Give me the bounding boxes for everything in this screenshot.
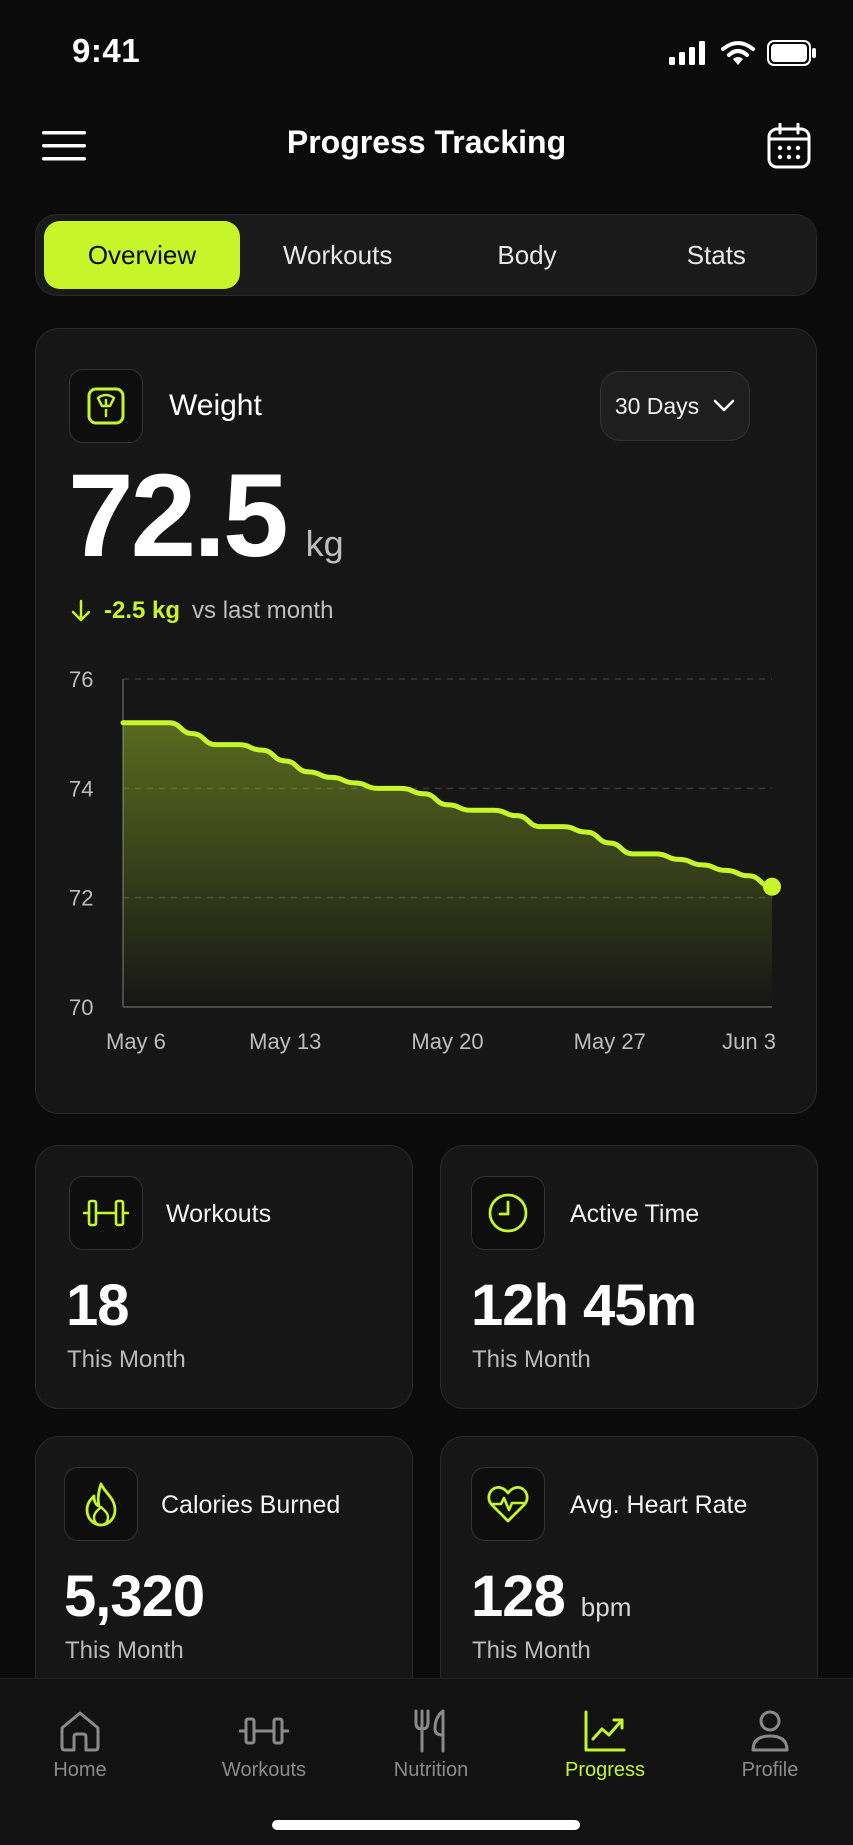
heart-rate-stat-label: Avg. Heart Rate xyxy=(570,1491,748,1519)
weight-card: Weight 30 Days 72.5 kg -2.5 kg vs last m… xyxy=(35,328,817,1114)
chart-y-tick-label: 70 xyxy=(69,995,93,1020)
calendar-icon xyxy=(767,123,811,169)
active-time-icon-box xyxy=(471,1176,545,1250)
heart-rate-icon xyxy=(487,1485,529,1523)
weight-label: Weight xyxy=(169,389,262,422)
tab-overview[interactable]: Overview xyxy=(44,221,240,289)
weight-chart: 76 74 72 70 May 6 May 13 May 20 May 27 Jun 3 xyxy=(69,667,781,1054)
clock-icon xyxy=(488,1193,528,1233)
weight-icon-box xyxy=(69,369,143,443)
weight-value-row: 72.5 kg xyxy=(68,457,344,575)
chart-y-tick-label: 72 xyxy=(69,886,93,911)
active-time-stat-value: 12h 45m xyxy=(471,1273,697,1338)
nav-progress[interactable]: Progress xyxy=(540,1709,670,1782)
battery-icon xyxy=(767,40,816,66)
weight-change: -2.5 kg xyxy=(104,597,181,624)
nav-profile[interactable]: Profile xyxy=(705,1709,835,1782)
scale-icon xyxy=(87,387,125,425)
nav-profile-label: Profile xyxy=(741,1759,799,1781)
nav-workouts[interactable]: Workouts xyxy=(199,1709,329,1782)
dumbbell-icon xyxy=(83,1199,129,1227)
range-dropdown-label: 30 Days xyxy=(614,392,700,419)
status-time: 9:41 xyxy=(72,32,141,69)
weight-change-row: -2.5 kg vs last month xyxy=(70,597,333,625)
weight-value: 72.5 xyxy=(68,450,289,582)
chart-x-tick-label: May 6 xyxy=(106,1029,166,1054)
chart-area-fill xyxy=(123,722,772,1007)
heart-rate-stat-unit: bpm xyxy=(580,1592,632,1622)
page-title: Progress Tracking xyxy=(286,124,567,160)
status-icons xyxy=(669,38,817,68)
chevron-down-icon xyxy=(713,399,735,412)
nav-workouts-label: Workouts xyxy=(221,1759,307,1781)
home-indicator xyxy=(272,1820,580,1830)
weight-change-suffix: vs last month xyxy=(192,597,334,624)
arrow-down-icon xyxy=(71,599,91,622)
heart-rate-stat-value: 128 xyxy=(471,1564,566,1629)
heart-rate-icon-box xyxy=(471,1467,545,1541)
tab-workouts[interactable]: Workouts xyxy=(246,221,429,289)
workouts-icon-box xyxy=(69,1176,143,1250)
nav-nutrition[interactable]: Nutrition xyxy=(366,1709,496,1782)
tab-stats[interactable]: Stats xyxy=(625,221,808,289)
calories-stat-sub: This Month xyxy=(65,1637,184,1664)
range-dropdown[interactable]: 30 Days xyxy=(600,371,750,441)
chart-x-tick-label: May 13 xyxy=(249,1029,321,1054)
fork-knife-icon xyxy=(414,1709,445,1753)
user-icon xyxy=(751,1710,789,1752)
workouts-stat-card[interactable]: Workouts 18 This Month xyxy=(35,1145,413,1409)
nav-nutrition-label: Nutrition xyxy=(393,1759,469,1781)
signal-icon xyxy=(669,41,705,65)
dumbbell-icon xyxy=(239,1717,289,1745)
chart-x-tick-label: Jun 3 xyxy=(722,1029,776,1054)
chart-x-tick-label: May 20 xyxy=(411,1029,483,1054)
heart-rate-value-row: 128 bpm xyxy=(471,1563,631,1630)
workouts-stat-value: 18 xyxy=(66,1273,130,1338)
calories-stat-label: Calories Burned xyxy=(161,1491,341,1519)
active-time-stat-label: Active Time xyxy=(570,1200,700,1228)
weight-unit: kg xyxy=(305,523,344,564)
chart-y-tick-label: 74 xyxy=(69,776,93,801)
calories-stat-value: 5,320 xyxy=(64,1564,205,1629)
workouts-stat-label: Workouts xyxy=(166,1200,272,1228)
nav-progress-label: Progress xyxy=(564,1759,646,1781)
home-icon xyxy=(60,1711,100,1752)
nav-home[interactable]: Home xyxy=(15,1709,145,1782)
workouts-stat-sub: This Month xyxy=(67,1346,186,1373)
heart-rate-stat-sub: This Month xyxy=(472,1637,591,1664)
nav-home-label: Home xyxy=(53,1759,107,1781)
chart-y-tick-label: 76 xyxy=(69,667,93,692)
active-time-stat-sub: This Month xyxy=(472,1346,591,1373)
chart-end-point xyxy=(763,877,781,896)
calories-icon-box xyxy=(64,1467,138,1541)
segment-tabs: Overview Workouts Body Stats xyxy=(35,214,817,296)
active-time-stat-card[interactable]: Active Time 12h 45m This Month xyxy=(440,1145,818,1409)
calendar-button[interactable] xyxy=(759,116,819,176)
chart-x-tick-label: May 27 xyxy=(574,1029,646,1054)
chart-icon xyxy=(584,1710,626,1752)
flame-icon xyxy=(85,1482,117,1527)
tab-body[interactable]: Body xyxy=(435,221,618,289)
wifi-icon xyxy=(721,41,755,65)
